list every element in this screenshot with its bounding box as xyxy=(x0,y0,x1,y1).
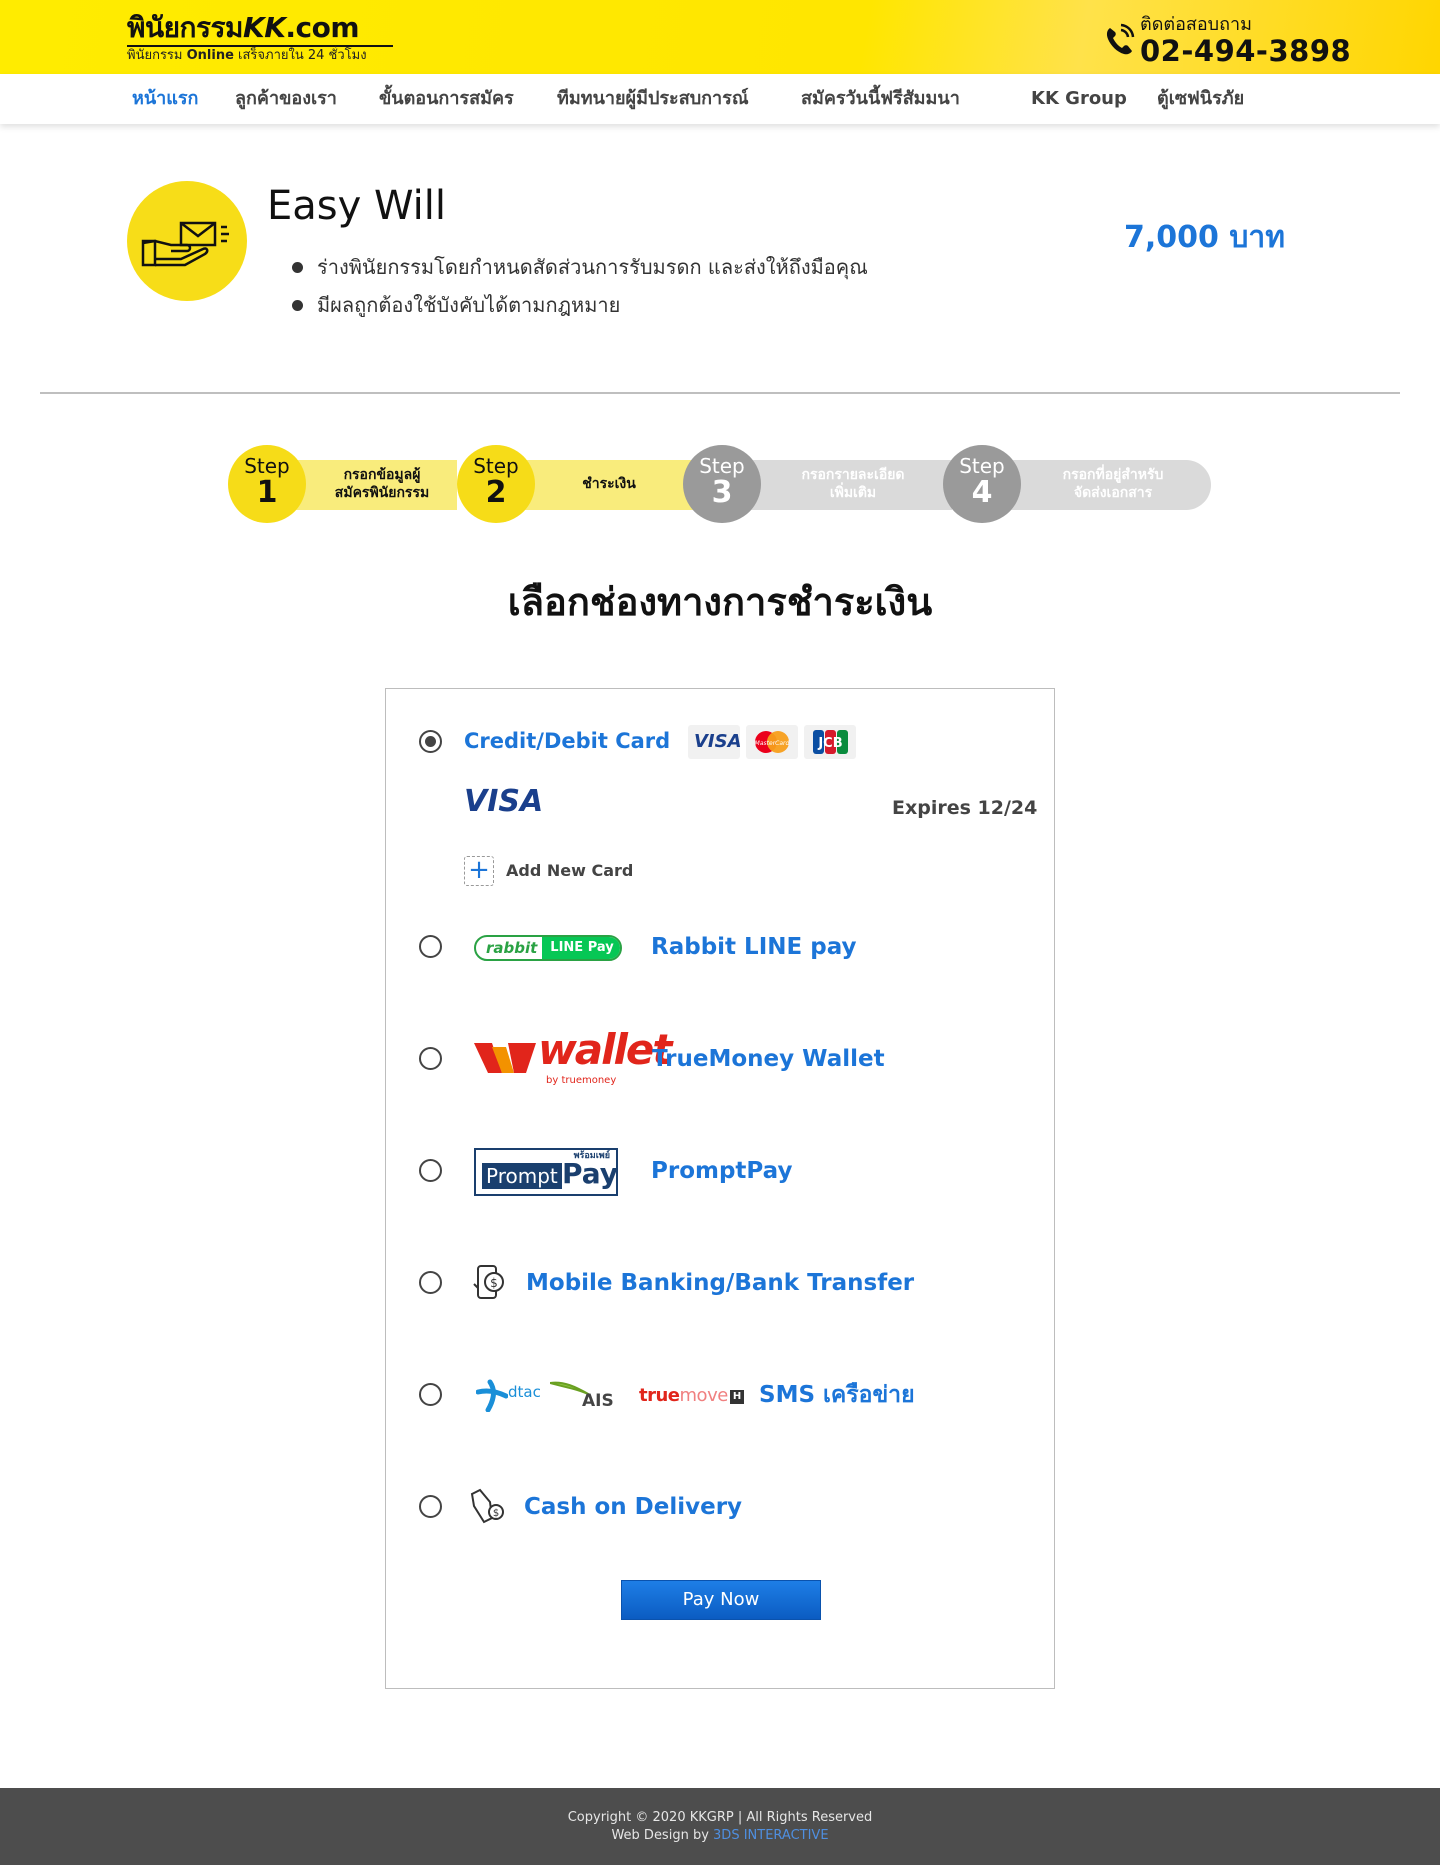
nav-kk-group[interactable]: KK Group xyxy=(1031,88,1127,110)
hand-envelope-icon xyxy=(141,221,229,267)
truemoney-w-icon xyxy=(474,1043,536,1073)
radio-rabbit-line-pay[interactable] xyxy=(419,935,442,958)
dtac-logo-text: dtac xyxy=(508,1383,541,1401)
product-feature-list: ร่างพินัยกรรมโดยกำหนดสัดส่วนการรับมรดก แ… xyxy=(292,248,868,324)
step-2-indicator: Step 2 xyxy=(457,445,535,523)
site-logo[interactable]: พินัยกรรมKK.com พินัยกรรม Online เสร็จภา… xyxy=(127,12,393,64)
step-2-label: ชำระเงิน xyxy=(582,476,636,492)
top-header-bar: พินัยกรรมKK.com พินัยกรรม Online เสร็จภา… xyxy=(0,0,1440,74)
mastercard-logo-text: MasterCard xyxy=(755,740,790,747)
truemoney-logo-sub: by truemoney xyxy=(546,1075,617,1086)
nav-signup-steps[interactable]: ขั้นตอนการสมัคร xyxy=(379,88,514,110)
phone-icon xyxy=(1106,23,1135,55)
step-1-indicator: Step 1 xyxy=(228,445,306,523)
svg-text:$: $ xyxy=(493,1508,499,1519)
radio-promptpay[interactable] xyxy=(419,1159,442,1182)
saved-card-visa-logo[interactable]: VISA xyxy=(464,785,543,819)
site-footer: Copyright © 2020 KKGRP | All Rights Rese… xyxy=(0,1788,1440,1865)
cash-on-delivery-label[interactable]: Cash on Delivery xyxy=(524,1493,742,1521)
product-feature: มีผลถูกต้องใช้บังคับได้ตามกฎหมาย xyxy=(292,286,868,324)
footer-designer-link[interactable]: 3DS INTERACTIVE xyxy=(713,1828,829,1843)
footer-copyright: Copyright © 2020 KKGRP | All Rights Rese… xyxy=(567,1810,873,1825)
truemoney-wallet-label[interactable]: TrueMoney Wallet xyxy=(652,1045,885,1073)
promptpay-logo: พร้อมเพย์ Prompt Pay xyxy=(474,1148,618,1196)
plus-icon: + xyxy=(468,855,490,885)
jcb-logo-text: JCB xyxy=(817,736,842,751)
product-icon xyxy=(127,181,247,301)
payment-section-title: เลือกช่องทางการชำระเงิน xyxy=(507,580,933,624)
product-feature: ร่างพินัยกรรมโดยกำหนดสัดส่วนการรับมรดก แ… xyxy=(292,248,868,286)
add-card-button[interactable]: + xyxy=(464,856,494,886)
visa-logo: VISA xyxy=(694,731,742,752)
pay-now-button[interactable]: Pay Now xyxy=(621,1580,821,1620)
product-title: Easy Will xyxy=(267,183,447,229)
svg-text:$: $ xyxy=(490,1276,498,1290)
nav-free-seminar[interactable]: สมัครวันนี้ฟรีสัมมนา xyxy=(801,88,960,110)
logo-tagline: พินัยกรรม Online เสร็จภายใน 24 ชั่วโมง xyxy=(127,48,367,63)
main-navigation: หน้าแรก ลูกค้าของเรา ขั้นตอนการสมัคร ทีม… xyxy=(0,74,1440,124)
product-price: 7,000 บาท xyxy=(1124,220,1286,255)
footer-credit: Web Design by 3DS INTERACTIVE xyxy=(611,1828,829,1843)
nav-safe-box[interactable]: ตู้เซฟนิรภัย xyxy=(1157,88,1244,110)
truemove-h-logo: truemove H xyxy=(639,1385,744,1407)
radio-credit-card[interactable] xyxy=(419,730,442,753)
mastercard-badge: MasterCard xyxy=(746,725,798,759)
dtac-logo-icon xyxy=(476,1379,508,1412)
mobile-banking-icon: $ xyxy=(473,1265,504,1299)
section-divider xyxy=(40,392,1400,394)
saved-card-expiry: Expires 12/24 xyxy=(892,797,1038,819)
contact-label: ติดต่อสอบถาม xyxy=(1140,14,1252,35)
credit-card-label[interactable]: Credit/Debit Card xyxy=(464,727,670,755)
step-4-indicator: Step 4 xyxy=(943,445,1021,523)
radio-truemoney-wallet[interactable] xyxy=(419,1047,442,1070)
logo-wordmark: พินัยกรรมKK.com xyxy=(127,11,360,44)
visa-badge: VISA xyxy=(688,725,742,759)
radio-sms-carrier[interactable] xyxy=(419,1383,442,1406)
nav-lawyer-team[interactable]: ทีมทนายผู้มีประสบการณ์ xyxy=(557,88,749,110)
jcb-badge: JCB xyxy=(804,725,856,759)
cash-hand-icon: $ xyxy=(470,1488,504,1524)
nav-home[interactable]: หน้าแรก xyxy=(132,88,198,110)
promptpay-label[interactable]: PromptPay xyxy=(651,1157,792,1185)
radio-mobile-banking[interactable] xyxy=(419,1271,442,1294)
rabbit-line-pay-label[interactable]: Rabbit LINE pay xyxy=(651,933,857,961)
ais-logo-text: AIS xyxy=(582,1391,614,1411)
nav-our-customers[interactable]: ลูกค้าของเรา xyxy=(235,88,337,110)
radio-cash-on-delivery[interactable] xyxy=(419,1495,442,1518)
truemoney-wallet-logo-text: wallet xyxy=(538,1025,672,1074)
jcb-logo: JCB xyxy=(813,730,848,754)
logo-underline xyxy=(127,45,393,47)
contact-phone-number[interactable]: 02-494-3898 xyxy=(1140,34,1351,68)
mobile-banking-label[interactable]: Mobile Banking/Bank Transfer xyxy=(526,1269,914,1297)
step-1-label: กรอกข้อมูลผู้ สมัครพินัยกรรม xyxy=(334,467,430,501)
add-new-card-label[interactable]: Add New Card xyxy=(506,861,633,881)
step-3-indicator: Step 3 xyxy=(683,445,761,523)
payment-methods-panel: Credit/Debit Card VISA MasterCard JCB VI… xyxy=(385,688,1055,1689)
sms-carrier-label[interactable]: SMS เครือข่าย xyxy=(759,1381,915,1409)
mastercard-logo: MasterCard xyxy=(755,731,790,753)
step-4-label: กรอกที่อยู่สำหรับ จัดส่งเอกสาร xyxy=(1062,467,1164,501)
step-3-label: กรอกรายละเอียด เพิ่มเติม xyxy=(801,467,905,501)
rabbit-line-pay-logo: rabbit LINE Pay xyxy=(474,935,622,961)
